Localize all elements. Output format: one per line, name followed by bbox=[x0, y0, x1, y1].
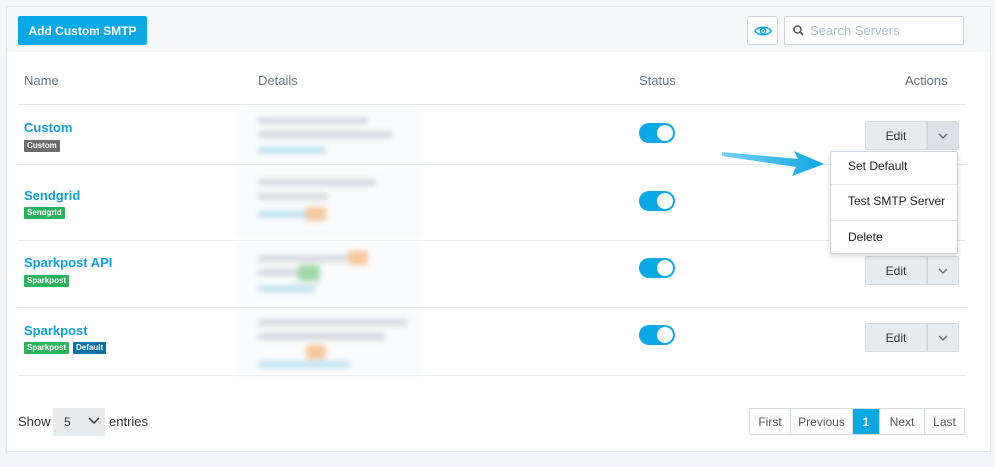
page-previous[interactable]: Previous bbox=[791, 409, 853, 434]
server-name-link[interactable]: Custom bbox=[24, 120, 72, 135]
status-toggle[interactable] bbox=[639, 325, 675, 345]
pagination: First Previous 1 Next Last bbox=[749, 408, 965, 435]
edit-button[interactable]: Edit bbox=[865, 121, 927, 150]
chevron-down-icon bbox=[938, 268, 948, 274]
actions-group: Edit bbox=[865, 256, 959, 285]
status-toggle[interactable] bbox=[639, 123, 675, 143]
entries-select[interactable]: 5 bbox=[53, 408, 105, 436]
server-tag: Sparkpost bbox=[24, 275, 70, 287]
chevron-down-icon bbox=[88, 417, 100, 425]
default-tag: Default bbox=[73, 342, 107, 354]
chevron-down-icon bbox=[938, 335, 948, 341]
header-name[interactable]: Name bbox=[24, 73, 59, 88]
search-input[interactable] bbox=[810, 23, 950, 38]
menu-item-set-default[interactable]: Set Default bbox=[831, 159, 957, 173]
details-blurred bbox=[236, 243, 423, 305]
page-next[interactable]: Next bbox=[880, 409, 925, 434]
chevron-down-icon bbox=[938, 133, 948, 139]
menu-item-test-smtp-server[interactable]: Test SMTP Server bbox=[831, 194, 957, 208]
page-1[interactable]: 1 bbox=[853, 409, 880, 434]
server-tag: Sendgrid bbox=[24, 207, 65, 219]
annotation-arrow-icon bbox=[722, 151, 824, 176]
actions-group: Edit bbox=[865, 121, 959, 150]
server-name-link[interactable]: Sendgrid bbox=[24, 188, 80, 203]
header-status[interactable]: Status bbox=[639, 73, 676, 88]
toolbar: Add Custom SMTP bbox=[7, 7, 990, 52]
row-divider bbox=[18, 375, 966, 376]
actions-dropdown-toggle[interactable] bbox=[927, 256, 959, 285]
entries-label: entries bbox=[109, 414, 149, 429]
page-first[interactable]: First bbox=[750, 409, 791, 434]
search-box bbox=[784, 16, 964, 45]
header-details[interactable]: Details bbox=[258, 73, 298, 88]
toggle-visibility-button[interactable] bbox=[747, 16, 778, 45]
edit-button[interactable]: Edit bbox=[865, 323, 927, 352]
status-toggle[interactable] bbox=[639, 258, 675, 278]
details-blurred bbox=[236, 107, 423, 165]
page-last[interactable]: Last bbox=[925, 409, 964, 434]
details-blurred bbox=[236, 167, 423, 239]
row-divider bbox=[18, 307, 966, 308]
actions-dropdown-menu: Set Default Test SMTP Server Delete bbox=[830, 151, 958, 254]
entries-value: 5 bbox=[64, 415, 71, 429]
actions-group: Edit bbox=[865, 323, 959, 352]
row-divider bbox=[18, 240, 966, 241]
header-divider bbox=[18, 104, 966, 105]
actions-dropdown-toggle[interactable] bbox=[927, 121, 959, 150]
show-label: Show bbox=[18, 414, 51, 429]
actions-dropdown-toggle[interactable] bbox=[927, 323, 959, 352]
menu-divider bbox=[831, 220, 957, 221]
server-name-link[interactable]: Sparkpost API bbox=[24, 255, 112, 270]
details-blurred bbox=[236, 309, 423, 379]
eye-icon bbox=[753, 26, 772, 35]
status-toggle[interactable] bbox=[639, 191, 675, 211]
edit-button[interactable]: Edit bbox=[865, 256, 927, 285]
menu-item-delete[interactable]: Delete bbox=[831, 230, 957, 244]
server-tag: Sparkpost bbox=[24, 342, 70, 354]
server-name-link[interactable]: Sparkpost bbox=[24, 323, 88, 338]
add-custom-smtp-button[interactable]: Add Custom SMTP bbox=[18, 16, 147, 45]
menu-divider bbox=[831, 184, 957, 185]
smtp-servers-panel: Add Custom SMTP Name Details Status Acti… bbox=[6, 6, 991, 452]
search-icon bbox=[793, 25, 804, 36]
server-tag: Custom bbox=[24, 140, 60, 152]
header-actions: Actions bbox=[905, 73, 948, 88]
